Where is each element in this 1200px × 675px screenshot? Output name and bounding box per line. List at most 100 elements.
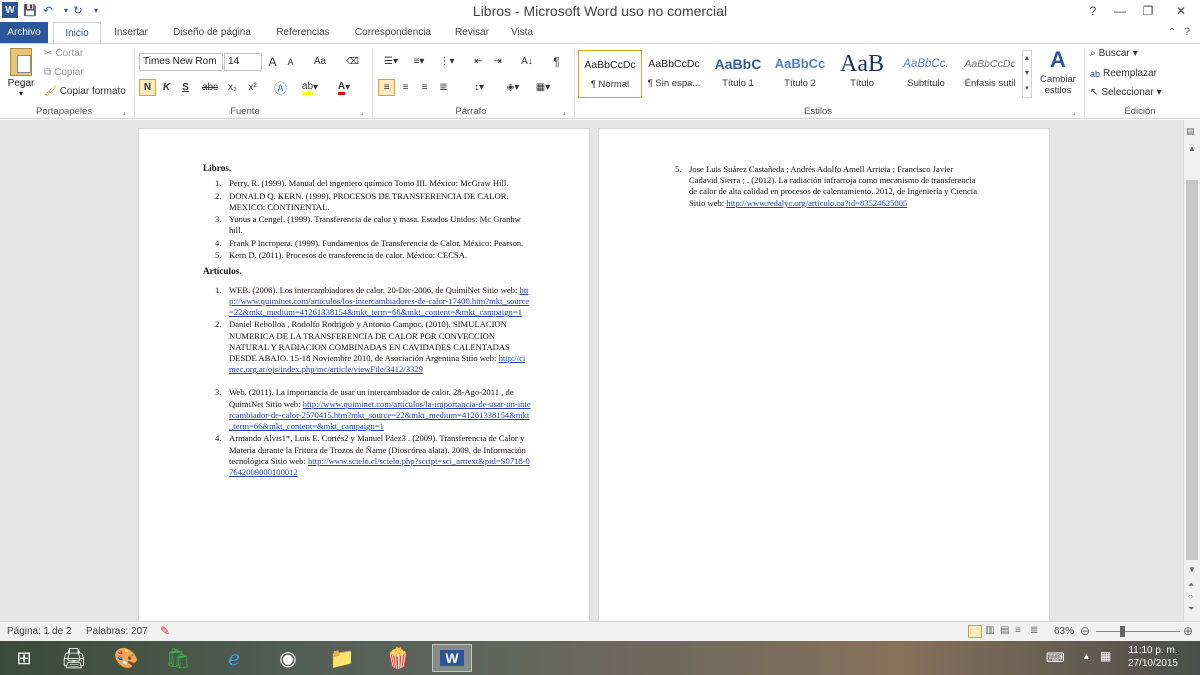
restore-button[interactable]: ❐ — [1134, 0, 1162, 22]
paste-button[interactable]: Pegar ▾ — [6, 48, 36, 100]
store-icon[interactable]: 🛍 — [158, 644, 198, 672]
internet-explorer-icon[interactable]: ℯ — [214, 644, 254, 672]
copy-button[interactable]: ⧉ Copiar — [44, 67, 84, 78]
tab-vista[interactable]: Vista — [502, 22, 542, 44]
tab-inicio[interactable]: Inicio — [53, 22, 101, 44]
format-painter-button[interactable]: 🖌 Copiar formato — [44, 86, 126, 97]
tab-archivo[interactable]: Archivo — [0, 22, 48, 44]
redo-icon[interactable]: ↻ — [70, 2, 86, 18]
clipboard-launcher-icon[interactable]: ⌟ — [122, 107, 126, 116]
style-sin-espaciado[interactable]: AaBbCcDc ¶ Sin espa... — [642, 50, 706, 98]
justify-icon[interactable]: ≣ — [435, 79, 452, 96]
browse-object-icon[interactable]: ○ — [1188, 592, 1193, 601]
close-button[interactable]: ✕ — [1162, 0, 1200, 22]
decrease-indent-icon[interactable]: ⇤ — [470, 53, 487, 70]
borders-icon[interactable]: ▦▾ — [530, 79, 556, 96]
sort-icon[interactable]: A↓ — [516, 53, 538, 70]
help-icon[interactable]: ? — [1184, 26, 1190, 38]
style-subtitulo[interactable]: AaBbCc. Subtítulo — [894, 50, 958, 98]
start-icon[interactable]: ⊞ — [4, 644, 44, 672]
align-left-icon[interactable]: ≡ — [378, 79, 395, 96]
shading-icon[interactable]: ◈▾ — [500, 79, 526, 96]
chrome-icon[interactable]: ◉ — [268, 644, 308, 672]
print-layout-icon[interactable] — [968, 625, 982, 638]
save-icon[interactable]: 💾 — [22, 2, 38, 18]
underline-button[interactable]: S — [177, 79, 194, 96]
word-taskbar-icon[interactable]: W — [432, 644, 472, 672]
previous-page-icon[interactable]: ⏶ — [1188, 580, 1194, 590]
paragraph-launcher-icon[interactable]: ⌟ — [562, 107, 566, 116]
zoom-level[interactable]: 63% — [1054, 626, 1074, 637]
minimize-button[interactable]: — — [1106, 0, 1134, 22]
text-effects-icon[interactable]: Ⓐ — [272, 79, 289, 96]
multilevel-list-icon[interactable]: ⋮▾ — [434, 53, 460, 70]
page-1[interactable]: Libros. 1. Perry, R. (1999). Manual del i… — [138, 128, 590, 621]
tab-correspondencia[interactable]: Correspondencia — [346, 22, 440, 44]
help-button[interactable]: ? — [1080, 0, 1106, 22]
clear-format-icon[interactable]: ⌫ — [344, 53, 361, 70]
tab-insertar[interactable]: Insertar — [104, 22, 158, 44]
vertical-scrollbar[interactable]: ▤ ▲ ▼ ⏶ ○ ⏷ — [1183, 120, 1200, 621]
line-spacing-icon[interactable]: ↕▾ — [466, 79, 492, 96]
zoom-slider[interactable] — [1096, 631, 1180, 632]
draft-icon[interactable]: ≣ — [1030, 625, 1038, 636]
zoom-in-icon[interactable]: ⊕ — [1183, 624, 1193, 638]
document-area[interactable]: Libros. 1. Perry, R. (1999). Manual del i… — [0, 120, 1183, 621]
proofing-icon[interactable]: ✎ — [160, 624, 170, 638]
page-count[interactable]: Página: 1 de 2 — [7, 626, 72, 637]
align-center-icon[interactable]: ≡ — [397, 79, 414, 96]
subscript-button[interactable]: x₂ — [224, 79, 241, 96]
superscript-button[interactable]: x² — [244, 79, 261, 96]
paint-icon[interactable]: 🎨 — [106, 644, 146, 672]
page-2[interactable]: 5. Jose Luis Suárez Castañeda ; Andrés Ad… — [598, 128, 1050, 621]
undo-icon[interactable]: ↶ — [40, 2, 56, 18]
file-explorer-icon[interactable]: 📁 — [322, 644, 362, 672]
align-right-icon[interactable]: ≡ — [416, 79, 433, 96]
customize-quick-access-icon[interactable]: ▾ — [88, 2, 104, 18]
web-layout-icon[interactable]: ▤ — [1000, 625, 1009, 636]
tab-revisar[interactable]: Revisar — [448, 22, 496, 44]
word-logo-icon[interactable]: W — [2, 2, 18, 18]
style-normal[interactable]: AaBbCcDc ¶ Normal — [578, 50, 642, 98]
tray-expand-icon[interactable]: ▲ — [1082, 651, 1091, 661]
clock[interactable]: 11:10 p. m. 27/10/2015 — [1128, 644, 1178, 670]
cut-button[interactable]: ✂ Cortar — [44, 48, 83, 59]
find-button[interactable]: ⌕ Buscar ▾ — [1090, 48, 1138, 59]
change-styles-button[interactable]: A Cambiar estilos — [1036, 46, 1080, 96]
bold-button[interactable]: N — [139, 79, 156, 96]
scroll-down-icon[interactable]: ▼ — [1188, 565, 1196, 574]
zoom-out-icon[interactable]: ⊖ — [1080, 624, 1090, 638]
font-size-combo[interactable]: 14 — [224, 53, 262, 71]
numbering-icon[interactable]: ≡▾ — [406, 53, 432, 70]
tab-diseno-pagina[interactable]: Diseño de página — [164, 22, 260, 44]
full-screen-icon[interactable]: ▥ — [985, 625, 994, 636]
outline-icon[interactable]: ≡ — [1015, 625, 1021, 636]
scroll-up-icon[interactable]: ▲ — [1188, 144, 1196, 153]
styles-launcher-icon[interactable]: ⌟ — [1072, 107, 1076, 116]
style-titulo-1[interactable]: AaBbC Título 1 — [706, 50, 770, 98]
scroll-thumb[interactable] — [1186, 180, 1198, 560]
strikethrough-button[interactable]: abc — [198, 79, 222, 96]
keyboard-icon[interactable]: ⌨ — [1046, 650, 1065, 666]
ruler-toggle-icon[interactable]: ▤ — [1186, 126, 1195, 137]
grow-font-button[interactable]: A — [264, 53, 281, 70]
style-titulo-2[interactable]: AaBbCc Título 2 — [768, 50, 832, 98]
tab-referencias[interactable]: Referencias — [268, 22, 338, 44]
highlight-icon[interactable]: ab ▾ — [296, 79, 324, 96]
page-1-content[interactable]: Libros. 1. Perry, R. (1999). Manual del i… — [203, 163, 531, 479]
change-case-button[interactable]: Aa — [308, 53, 332, 70]
word-count[interactable]: Palabras: 207 — [86, 626, 148, 637]
style-enfasis-sutil[interactable]: AaBbCcDc Énfasis sutil — [958, 50, 1022, 98]
styles-scroll[interactable]: ▲ ▼ ▾ — [1022, 50, 1032, 98]
network-icon[interactable]: ▦ — [1100, 649, 1111, 663]
replace-button[interactable]: ab Reemplazar — [1090, 68, 1157, 79]
shrink-font-button[interactable]: A — [282, 53, 299, 70]
italic-button[interactable]: K — [158, 79, 175, 96]
popcorn-icon[interactable]: 🍿 — [378, 644, 418, 672]
style-titulo[interactable]: AaB Título — [830, 50, 894, 98]
page-2-content[interactable]: 5. Jose Luis Suárez Castañeda ; Andrés Ad… — [663, 164, 983, 210]
next-page-icon[interactable]: ⏷ — [1188, 604, 1194, 614]
printer-icon[interactable]: 🖨 — [54, 644, 94, 672]
font-color-icon[interactable]: A ▾ — [330, 79, 358, 96]
collapse-ribbon-icon[interactable]: ⌃ — [1168, 27, 1176, 38]
